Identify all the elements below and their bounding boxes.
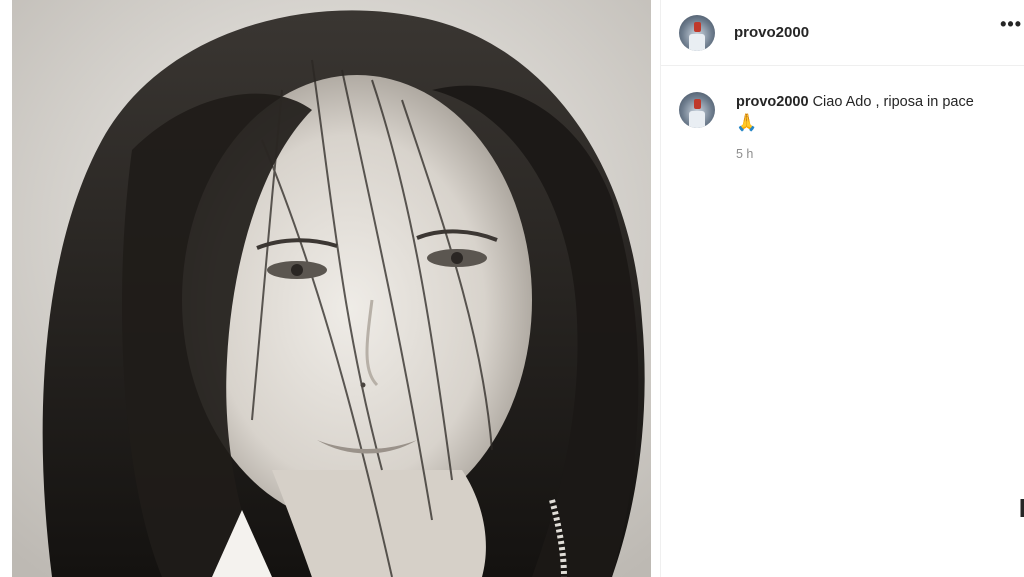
comment-time[interactable]: 5 h xyxy=(736,147,1006,161)
instagram-post: provo2000 ••• provo2000 Ciao Ado , ripos… xyxy=(0,0,1024,577)
avatar[interactable] xyxy=(679,14,715,51)
comment: provo2000 Ciao Ado , riposa in pace 🙏 5 … xyxy=(661,66,1024,161)
comment-avatar[interactable] xyxy=(679,92,715,128)
post-header: provo2000 ••• xyxy=(661,0,1024,66)
comment-body: provo2000 Ciao Ado , riposa in pace 🙏 5 … xyxy=(736,92,1006,161)
divider xyxy=(651,0,661,577)
header-username[interactable]: provo2000 xyxy=(734,24,809,41)
praying-hands-icon: 🙏 xyxy=(736,113,758,132)
portrait-photo xyxy=(11,0,652,577)
cursor-glyph: I xyxy=(1018,493,1024,523)
more-horizontal-icon[interactable]: ••• xyxy=(1000,14,1022,34)
comment-text: provo2000 Ciao Ado , riposa in pace 🙏 xyxy=(736,92,1006,135)
post-side-panel: provo2000 ••• provo2000 Ciao Ado , ripos… xyxy=(661,0,1024,577)
post-photo[interactable] xyxy=(11,0,652,577)
left-margin xyxy=(0,0,12,577)
comment-username[interactable]: provo2000 xyxy=(736,94,809,110)
comment-message: Ciao Ado , riposa in pace xyxy=(812,94,974,110)
